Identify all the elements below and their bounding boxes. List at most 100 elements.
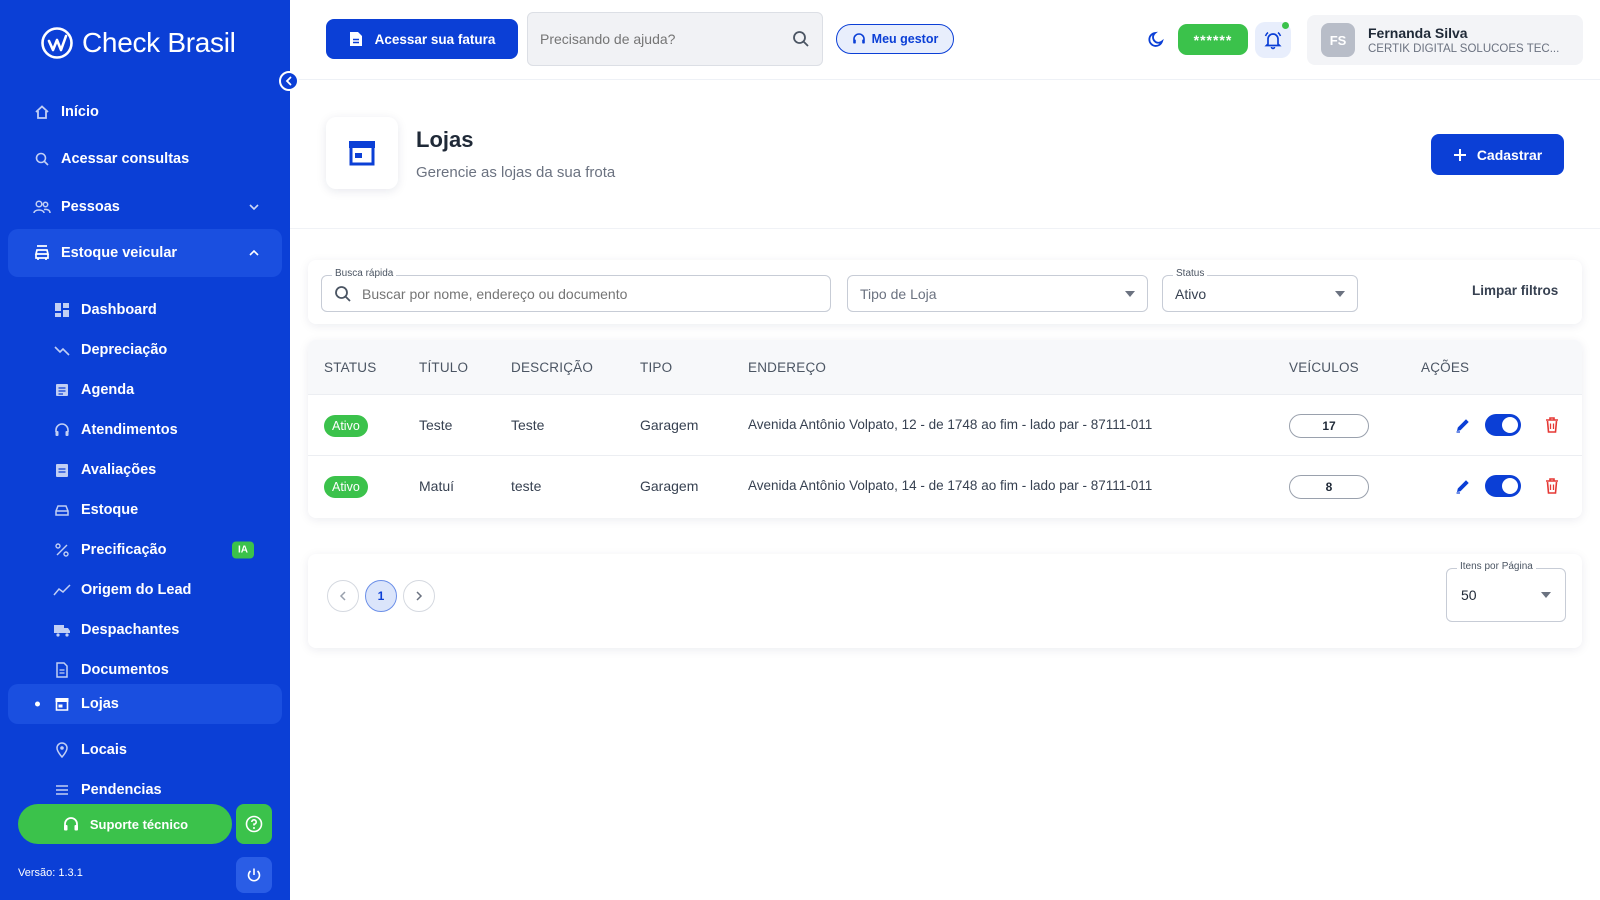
trash-icon[interactable] xyxy=(1544,477,1560,495)
truck-icon xyxy=(53,621,71,639)
sidebar-item-label: Acessar consultas xyxy=(61,151,190,167)
home-icon xyxy=(33,103,51,121)
status-badge: Ativo xyxy=(324,415,368,437)
chevron-down-icon xyxy=(249,204,259,211)
quick-search-field[interactable]: Busca rápida xyxy=(321,268,831,312)
sidebar-item-depreciacao[interactable]: Depreciação xyxy=(8,330,282,370)
masked-balance-pill[interactable]: ****** xyxy=(1178,24,1248,55)
items-per-page-select[interactable]: Itens por Página 50 xyxy=(1446,561,1566,622)
active-toggle[interactable] xyxy=(1485,475,1521,497)
dashboard-icon xyxy=(53,301,71,319)
brand-logo[interactable]: Check Brasil xyxy=(40,26,236,60)
sidebar-item-origem-do-lead[interactable]: Origem do Lead xyxy=(8,570,282,610)
sidebar-item-label: Precificação xyxy=(81,542,167,558)
sidebar-item-label: Estoque xyxy=(81,502,139,518)
previous-page-button[interactable] xyxy=(327,580,359,612)
sidebar-item-label: Origem do Lead xyxy=(81,582,192,598)
logout-button[interactable] xyxy=(236,857,272,893)
sidebar-item-avaliacoes[interactable]: Avaliações xyxy=(8,450,282,490)
help-search-field[interactable] xyxy=(527,12,823,66)
sidebar-item-lojas[interactable]: Lojas xyxy=(8,684,282,724)
sidebar-item-acessar-consultas[interactable]: Acessar consultas xyxy=(8,139,282,179)
sidebar-item-label: Estoque veicular xyxy=(61,245,178,261)
page-number-button[interactable]: 1 xyxy=(365,580,397,612)
store-type-select[interactable]: Tipo de Loja xyxy=(847,275,1148,312)
access-invoice-button[interactable]: Acessar sua fatura xyxy=(326,19,518,59)
chevron-left-icon xyxy=(285,76,292,86)
sidebar-item-inicio[interactable]: Início xyxy=(8,92,282,132)
add-store-button[interactable]: Cadastrar xyxy=(1431,134,1564,175)
row-title: Matuí xyxy=(419,478,455,494)
quick-search-input[interactable] xyxy=(362,285,818,302)
sidebar-item-label: Lojas xyxy=(81,696,119,712)
sidebar-item-label: Pendencias xyxy=(81,782,162,797)
chevron-up-icon xyxy=(249,249,259,256)
pagination-card: 1 Itens por Página 50 xyxy=(308,554,1582,648)
sidebar-item-despachantes[interactable]: Despachantes xyxy=(8,610,282,650)
help-button[interactable] xyxy=(236,804,272,844)
sidebar-item-precificacao[interactable]: Precificação IA xyxy=(8,530,282,570)
brand-name: Check Brasil xyxy=(82,27,236,58)
calendar-icon xyxy=(53,381,71,399)
sidebar-item-estoque-veicular[interactable]: Estoque veicular xyxy=(8,229,282,277)
headset-icon xyxy=(53,421,71,439)
chevron-right-icon xyxy=(416,591,423,601)
table-row[interactable]: Ativo Teste Teste Garagem Avenida Antôni… xyxy=(308,395,1582,456)
status-badge: Ativo xyxy=(324,476,368,498)
sidebar-item-label: Despachantes xyxy=(81,622,180,638)
active-toggle[interactable] xyxy=(1485,414,1521,436)
version-text: Versão: 1.3.1 xyxy=(18,867,83,879)
page-subtitle: Gerencie as lojas da sua frota xyxy=(416,164,616,181)
column-header-vehicles: VEÍCULOS xyxy=(1289,360,1359,375)
my-manager-label: Meu gestor xyxy=(871,32,939,46)
moon-icon[interactable] xyxy=(1148,30,1166,48)
caret-down-icon xyxy=(1335,290,1345,297)
brand-logo-icon xyxy=(41,27,73,59)
edit-icon[interactable] xyxy=(1454,416,1472,434)
next-page-button[interactable] xyxy=(403,580,435,612)
store-icon xyxy=(349,141,375,166)
table-row[interactable]: Ativo Matuí teste Garagem Avenida Antôni… xyxy=(308,456,1582,517)
user-company: CERTIK DIGITAL SOLUCOES TEC... xyxy=(1368,43,1560,55)
vehicle-count[interactable]: 8 xyxy=(1289,475,1369,499)
row-type: Garagem xyxy=(640,417,699,433)
items-per-page-value: 50 xyxy=(1461,587,1477,603)
sidebar-item-locais[interactable]: Locais xyxy=(8,730,282,770)
notifications-button[interactable] xyxy=(1255,22,1291,58)
help-search-input[interactable] xyxy=(540,31,770,47)
trash-icon[interactable] xyxy=(1544,416,1560,434)
clear-filters-button[interactable]: Limpar filtros xyxy=(1472,283,1558,298)
status-select[interactable]: Status Ativo xyxy=(1162,268,1358,312)
user-menu[interactable]: FS Fernanda Silva CERTIK DIGITAL SOLUCOE… xyxy=(1307,15,1583,65)
my-manager-button[interactable]: Meu gestor xyxy=(836,24,954,54)
sidebar-item-atendimentos[interactable]: Atendimentos xyxy=(8,410,282,450)
sidebar-item-label: Avaliações xyxy=(81,462,157,478)
edit-icon[interactable] xyxy=(1454,477,1472,495)
search-icon xyxy=(33,150,51,168)
table-header: STATUS TÍTULO DESCRIÇÃO TIPO ENDEREÇO VE… xyxy=(308,340,1582,395)
map-pin-icon xyxy=(53,741,71,759)
sidebar-item-estoque[interactable]: Estoque xyxy=(8,490,282,530)
avatar: FS xyxy=(1321,23,1355,57)
user-info: Fernanda Silva CERTIK DIGITAL SOLUCOES T… xyxy=(1368,25,1559,55)
chart-line-icon xyxy=(53,581,71,599)
sidebar-item-pessoas[interactable]: Pessoas xyxy=(8,187,282,227)
collapse-sidebar-button[interactable] xyxy=(279,71,299,91)
divider xyxy=(290,228,1600,229)
vehicle-count[interactable]: 17 xyxy=(1289,414,1369,438)
document-icon xyxy=(349,32,362,46)
sidebar-item-label: Documentos xyxy=(81,662,169,678)
headset-icon xyxy=(63,817,78,831)
support-label: Suporte técnico xyxy=(89,816,189,832)
user-name: Fernanda Silva xyxy=(1368,25,1468,41)
sidebar-item-agenda[interactable]: Agenda xyxy=(8,370,282,410)
support-button[interactable]: Suporte técnico xyxy=(18,804,232,844)
clipboard-icon xyxy=(53,461,71,479)
sidebar-item-pendencias[interactable]: Pendencias xyxy=(8,770,282,797)
sidebar-item-label: Início xyxy=(61,104,99,120)
search-icon[interactable] xyxy=(792,30,810,48)
row-description: teste xyxy=(511,478,542,494)
status-select-label: Status xyxy=(1173,268,1208,279)
row-address: Avenida Antônio Volpato, 12 - de 1748 ao… xyxy=(748,417,1153,432)
sidebar-item-dashboard[interactable]: Dashboard xyxy=(8,290,282,330)
